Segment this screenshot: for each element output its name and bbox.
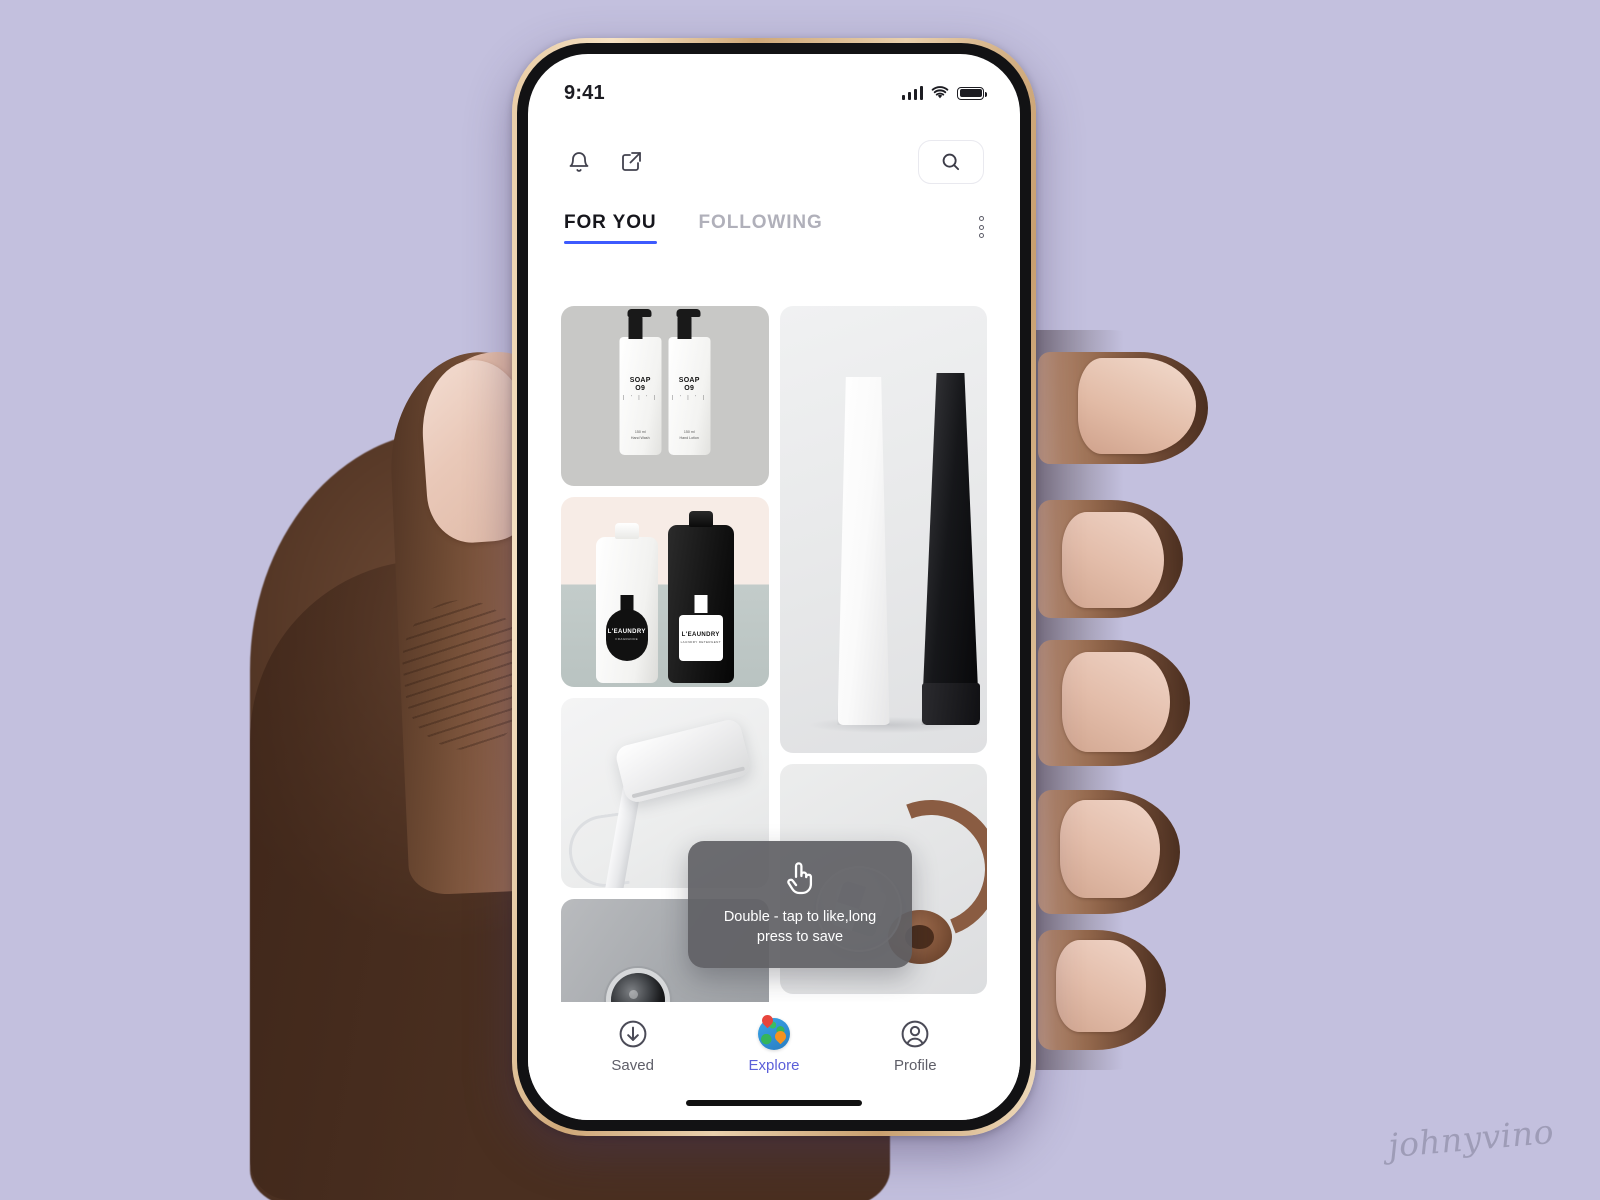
middle-fingernail — [1062, 512, 1164, 608]
cosmetic-tube-black — [921, 373, 980, 725]
phone-screen: 9:41 FOR YOU FOLLOWING SOAP O9 | ' | ' |… — [528, 54, 1020, 1120]
nav-label-profile: Profile — [894, 1057, 937, 1074]
battery-icon — [957, 86, 987, 100]
tab-for-you[interactable]: FOR YOU — [564, 212, 657, 244]
nav-item-saved[interactable]: Saved — [590, 1018, 676, 1074]
person-circle-icon — [901, 1020, 929, 1048]
download-circle-icon — [619, 1020, 647, 1048]
watermark: johnyvino — [1386, 1111, 1556, 1166]
home-indicator[interactable] — [686, 1100, 862, 1106]
middle-finger — [1038, 500, 1183, 618]
card-soap-dispensers[interactable]: SOAP O9 | ' | ' | 150 ml Hand Wash SOAP O9 … — [561, 306, 769, 486]
nav-label-explore: Explore — [748, 1057, 800, 1074]
tab-following[interactable]: FOLLOWING — [699, 212, 823, 244]
laundry-label: L'EAUNDRY LAUNDRY DETERGENT — [678, 615, 723, 661]
phone-device: 9:41 FOR YOU FOLLOWING SOAP O9 | ' | ' |… — [512, 38, 1036, 1136]
gesture-tooltip: Double - tap to like,long press to save — [688, 840, 912, 968]
soap-bottle: SOAP O9 | ' | ' | 150 ml Hand Lotion — [668, 309, 711, 455]
index-finger — [1038, 352, 1208, 464]
globe-icon — [757, 1015, 790, 1050]
soap-brand-label: SOAP O9 — [629, 377, 651, 393]
laundry-brand: L'EAUNDRY — [607, 629, 646, 635]
lower-finger — [1038, 930, 1166, 1050]
tooltip-text: Double - tap to like,long press to save — [723, 908, 877, 946]
wifi-icon — [931, 86, 949, 99]
little-finger — [1038, 790, 1180, 914]
status-time: 9:41 — [564, 81, 605, 104]
status-indicators — [901, 86, 987, 100]
nav-label-saved: Saved — [611, 1057, 654, 1074]
cosmetic-tube-white — [837, 377, 890, 725]
laundry-bottles-group: L'EAUNDRY FRAGRANCE L'EAUNDRY LAUNDRY DE… — [595, 525, 734, 683]
map-pin-red — [762, 1015, 773, 1029]
cosmetic-tube-cap — [921, 683, 980, 725]
laundry-brand: L'EAUNDRY — [681, 632, 720, 638]
laundry-bottle-white: L'EAUNDRY FRAGRANCE — [595, 537, 658, 683]
nav-item-profile[interactable]: Profile — [872, 1018, 958, 1074]
phone-bezel: 9:41 FOR YOU FOLLOWING SOAP O9 | ' | ' |… — [517, 43, 1031, 1131]
soap-brand-label: SOAP O9 — [678, 377, 700, 393]
pointing-hand-icon — [706, 859, 894, 897]
index-fingernail — [1078, 358, 1196, 454]
feed-tabs: FOR YOU FOLLOWING — [528, 184, 1020, 244]
lower-fingernail — [1056, 940, 1146, 1032]
little-fingernail — [1060, 800, 1160, 898]
soap-sub-label: | ' | ' | — [671, 395, 707, 401]
ring-fingernail — [1062, 652, 1170, 752]
soap-bottles-group: SOAP O9 | ' | ' | 150 ml Hand Wash SOAP O9 … — [619, 309, 711, 455]
knuckle-shadow — [1030, 330, 1200, 1070]
soap-footnote: 150 ml Hand Lotion — [679, 429, 699, 440]
laundry-label: L'EAUNDRY FRAGRANCE — [605, 609, 648, 661]
top-action-bar — [528, 116, 1020, 184]
nav-item-explore[interactable]: Explore — [731, 1018, 817, 1074]
signal-bars-icon — [901, 86, 923, 100]
laundry-sub: FRAGRANCE — [615, 637, 638, 641]
ring-finger — [1038, 640, 1190, 766]
lamp-head — [613, 717, 752, 805]
soap-bottle: SOAP O9 | ' | ' | 150 ml Hand Wash — [619, 309, 662, 455]
share-icon[interactable] — [616, 147, 646, 177]
status-bar: 9:41 — [528, 54, 1020, 116]
soap-sub-label: | ' | ' | — [622, 395, 658, 401]
more-vertical-icon[interactable] — [979, 216, 984, 238]
soap-footnote: 150 ml Hand Wash — [630, 429, 650, 440]
label-neck — [694, 595, 708, 613]
map-pin-orange — [775, 1031, 786, 1045]
camera-lens — [611, 973, 665, 1002]
laundry-sub: LAUNDRY DETERGENT — [680, 640, 721, 644]
laundry-bottle-black: L'EAUNDRY LAUNDRY DETERGENT — [667, 525, 734, 683]
bell-icon[interactable] — [564, 147, 594, 177]
search-button[interactable] — [918, 140, 984, 184]
card-cosmetic-tubes[interactable] — [779, 306, 987, 753]
top-action-left — [564, 147, 646, 177]
card-laundry-bottles[interactable]: L'EAUNDRY FRAGRANCE L'EAUNDRY LAUNDRY DE… — [561, 497, 769, 687]
